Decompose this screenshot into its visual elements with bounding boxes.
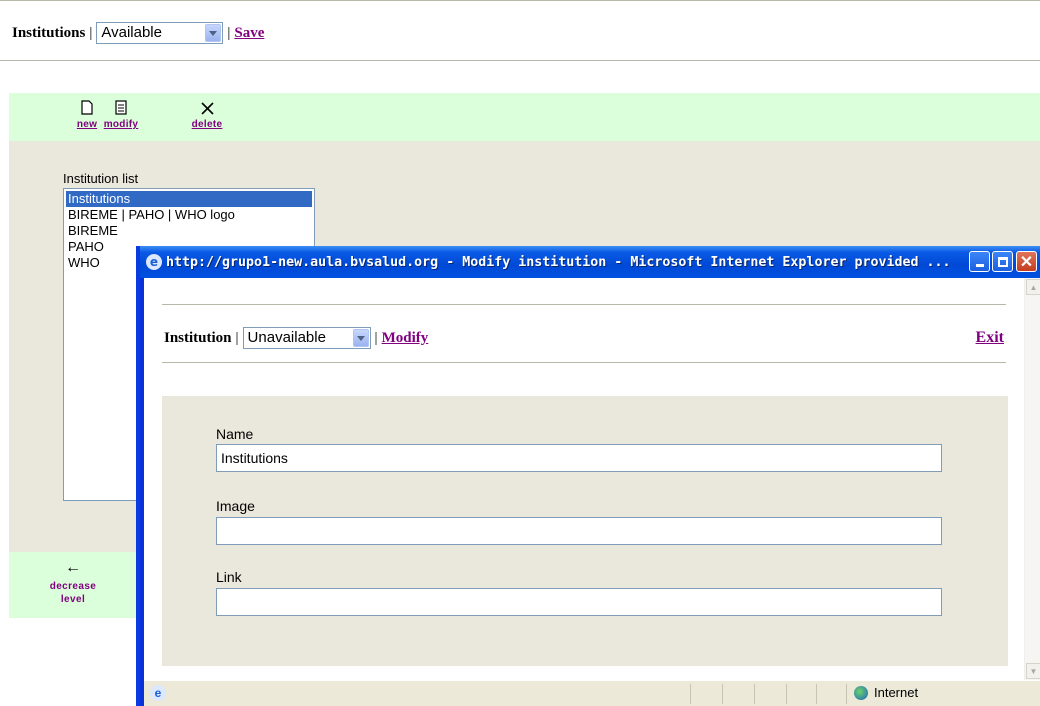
popup-top-divider bbox=[162, 304, 1006, 305]
new-document-icon bbox=[73, 93, 101, 115]
modify-document-icon bbox=[101, 93, 141, 115]
top-divider bbox=[0, 0, 1040, 1]
window-content: Institution | Unavailable | Modify Exit … bbox=[144, 278, 1040, 680]
list-item[interactable]: BIREME | PAHO | WHO logo bbox=[66, 207, 312, 223]
modify-link[interactable]: Modify bbox=[382, 330, 429, 347]
action-toolbar: new modify delete bbox=[9, 93, 1040, 141]
popup-separator-2: | bbox=[374, 329, 378, 346]
header-separator: | bbox=[89, 24, 93, 41]
modify-link[interactable]: modify bbox=[104, 119, 139, 130]
image-label: Image bbox=[216, 498, 255, 514]
status-divider bbox=[846, 684, 847, 704]
globe-icon bbox=[854, 685, 868, 700]
availability-select-value: Unavailable bbox=[247, 329, 326, 346]
page-status-icon: e bbox=[150, 685, 166, 701]
link-label: Link bbox=[216, 569, 242, 585]
modify-tool[interactable]: modify bbox=[101, 93, 141, 130]
list-item[interactable]: BIREME bbox=[66, 223, 312, 239]
security-zone: Internet bbox=[854, 685, 918, 700]
institution-list-label: Institution list bbox=[63, 171, 139, 186]
scroll-down-icon[interactable]: ▼ bbox=[1026, 663, 1040, 679]
minimize-button[interactable] bbox=[969, 251, 990, 272]
decrease-level-line2[interactable]: level bbox=[9, 593, 137, 606]
header-divider bbox=[0, 60, 1040, 61]
institution-form: Name Institutions Image Link bbox=[162, 396, 1008, 666]
popup-separator: | bbox=[235, 329, 239, 346]
popup-title: Institution bbox=[164, 329, 232, 346]
vertical-scrollbar[interactable]: ▲ ▼ bbox=[1024, 278, 1040, 680]
header-separator-2: | bbox=[227, 24, 231, 41]
scroll-up-icon[interactable]: ▲ bbox=[1026, 279, 1040, 295]
status-select[interactable]: Available bbox=[96, 22, 224, 44]
link-field[interactable] bbox=[216, 588, 942, 616]
popup-header-divider bbox=[162, 362, 1006, 363]
status-divider bbox=[816, 684, 817, 704]
chevron-down-icon[interactable] bbox=[205, 24, 222, 42]
availability-select[interactable]: Unavailable bbox=[242, 327, 371, 349]
header-bar: Institutions | Available | Save bbox=[12, 20, 264, 46]
name-label: Name bbox=[216, 426, 254, 442]
new-link[interactable]: new bbox=[77, 119, 97, 130]
close-button[interactable]: ✕ bbox=[1016, 251, 1037, 272]
zone-label: Internet bbox=[874, 685, 919, 700]
list-item[interactable]: Institutions bbox=[66, 191, 312, 207]
window-titlebar[interactable]: e http://grupo1-new.aula.bvsalud.org - M… bbox=[140, 246, 1040, 278]
image-field[interactable] bbox=[216, 517, 942, 545]
save-link[interactable]: Save bbox=[234, 25, 264, 42]
exit-link[interactable]: Exit bbox=[976, 329, 1004, 347]
status-divider bbox=[754, 684, 755, 704]
status-divider bbox=[722, 684, 723, 704]
window-title: http://grupo1-new.aula.bvsalud.org - Mod… bbox=[166, 254, 951, 270]
delete-tool[interactable]: delete bbox=[187, 93, 227, 130]
window-statusbar: e Internet bbox=[144, 680, 1040, 706]
modify-institution-window: e http://grupo1-new.aula.bvsalud.org - M… bbox=[136, 246, 1040, 706]
status-select-value: Available bbox=[101, 24, 162, 41]
arrow-left-icon: ← bbox=[65, 559, 81, 576]
decrease-level-line1[interactable]: decrease bbox=[9, 580, 137, 593]
status-divider bbox=[690, 684, 691, 704]
delete-x-icon bbox=[187, 93, 227, 115]
decrease-level-nav[interactable]: ← decrease level bbox=[9, 552, 137, 618]
popup-header: Institution | Unavailable | Modify Exit bbox=[164, 320, 1004, 356]
name-field[interactable]: Institutions bbox=[216, 444, 942, 472]
chevron-down-icon[interactable] bbox=[352, 329, 369, 347]
internet-explorer-icon: e bbox=[146, 254, 162, 270]
status-divider bbox=[786, 684, 787, 704]
page-title: Institutions bbox=[12, 24, 86, 41]
delete-link[interactable]: delete bbox=[192, 119, 223, 130]
maximize-button[interactable] bbox=[992, 251, 1013, 272]
new-tool[interactable]: new bbox=[73, 93, 101, 130]
